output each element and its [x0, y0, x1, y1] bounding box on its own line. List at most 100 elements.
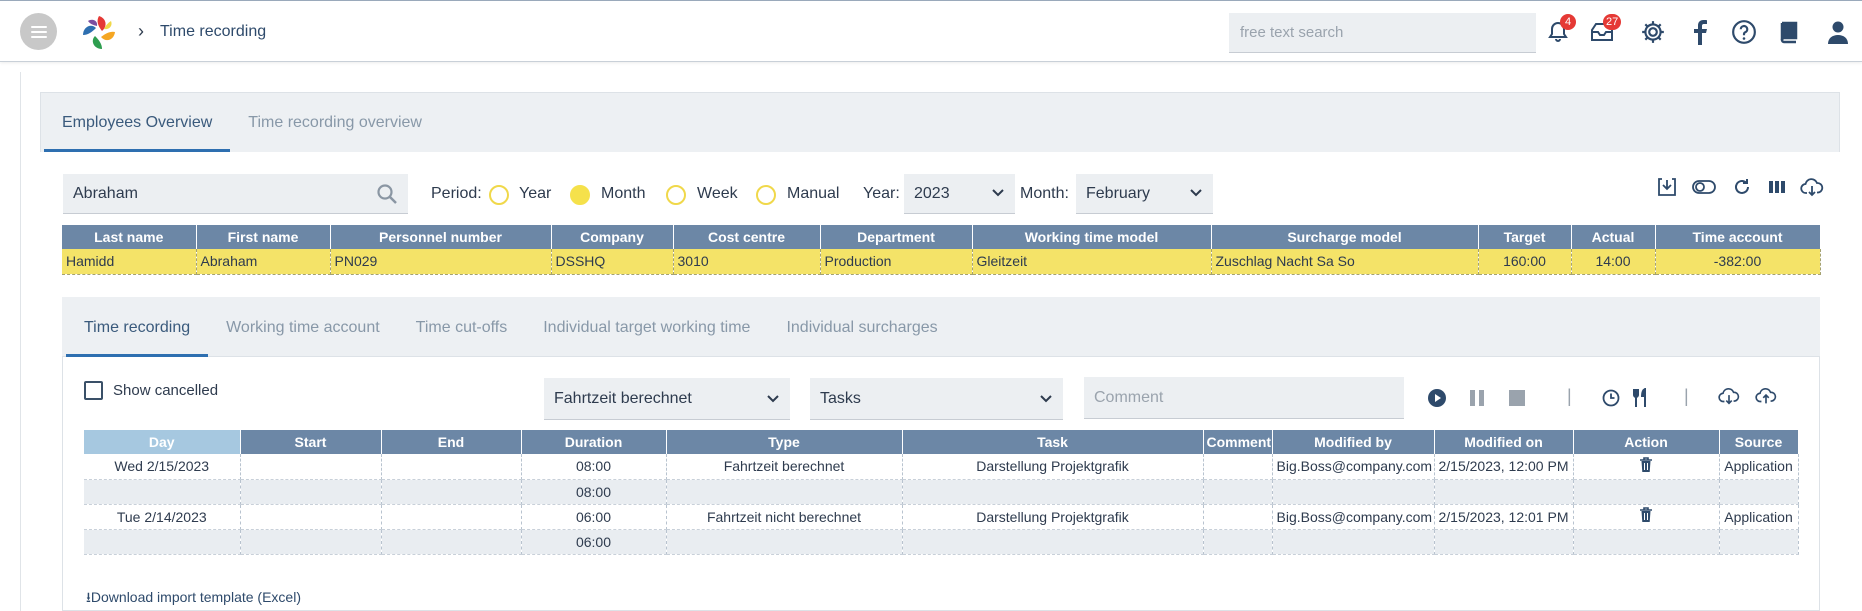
tab-time-recording[interactable]: Time recording [66, 313, 209, 357]
col-header-task[interactable]: Task [902, 430, 1204, 454]
columns-button[interactable] [1765, 175, 1789, 199]
col-header-last-name[interactable]: Last name [62, 225, 197, 249]
cell-cost-centre: 3010 [673, 249, 821, 275]
cell-end [381, 504, 522, 530]
employee-search-input[interactable] [63, 174, 408, 214]
table-row[interactable]: Tue 2/14/2023 06:00 Fahrtzeit nicht bere… [84, 504, 1799, 530]
col-header-start[interactable]: Start [240, 430, 382, 454]
messages-button[interactable]: 27 [1587, 14, 1622, 47]
cell-department: Production [820, 249, 973, 275]
cell-end [381, 454, 522, 480]
cell-last-name: Hamidd [62, 249, 197, 275]
col-header-day[interactable]: Day [84, 430, 241, 454]
period-radio-year[interactable] [489, 185, 509, 205]
trash-icon[interactable] [1639, 456, 1653, 473]
year-select[interactable]: 2023 [904, 174, 1015, 214]
break-button[interactable] [1629, 386, 1653, 410]
chevron-down-icon [767, 395, 779, 403]
cell-modified-on: 2/15/2023, 12:00 PM [1434, 454, 1574, 480]
col-header-modified-on[interactable]: Modified on [1434, 430, 1574, 454]
start-button[interactable] [1425, 386, 1449, 410]
tab-individual-target-working-time[interactable]: Individual target working time [525, 313, 768, 357]
stop-button[interactable] [1505, 386, 1529, 410]
col-header-modified-by[interactable]: Modified by [1272, 430, 1435, 454]
col-header-working-time-model[interactable]: Working time model [972, 225, 1212, 249]
hamburger-menu-icon[interactable] [20, 13, 57, 50]
col-header-company[interactable]: Company [551, 225, 674, 249]
tab-working-time-account[interactable]: Working time account [208, 313, 398, 357]
col-header-surcharge-model[interactable]: Surcharge model [1211, 225, 1479, 249]
cell-time-account: -382:00 [1655, 249, 1821, 275]
col-header-type[interactable]: Type [666, 430, 903, 454]
col-header-cost-centre[interactable]: Cost centre [673, 225, 821, 249]
tasks-select[interactable]: Tasks [810, 378, 1063, 420]
help-button[interactable] [1729, 17, 1759, 47]
cell-modified-by: Big.Boss@company.com [1272, 454, 1435, 480]
app-logo [83, 16, 115, 49]
global-search-input[interactable] [1229, 13, 1536, 53]
col-header-comment[interactable]: Comment [1203, 430, 1273, 454]
tab-individual-surcharges[interactable]: Individual surcharges [768, 313, 955, 357]
show-cancelled-label: Show cancelled [113, 382, 219, 399]
cell-action [1573, 504, 1720, 530]
period-radio-manual[interactable] [756, 185, 776, 205]
book-icon [1780, 21, 1798, 44]
export-button[interactable] [1655, 175, 1679, 199]
cell-comment [1203, 454, 1273, 480]
cell-day: Tue 2/14/2023 [84, 504, 241, 530]
col-header-department[interactable]: Department [820, 225, 973, 249]
chevron-down-icon [1190, 189, 1202, 197]
cell-target: 160:00 [1478, 249, 1572, 275]
user-profile-button[interactable] [1823, 17, 1853, 47]
tab-employees-overview[interactable]: Employees Overview [44, 108, 231, 152]
breadcrumb-chevron-icon: › [138, 21, 144, 41]
cloud-upload-button[interactable] [1754, 384, 1778, 408]
table-row[interactable]: Hamidd Abraham PN029 DSSHQ 3010 Producti… [62, 249, 1821, 275]
trash-icon[interactable] [1639, 507, 1653, 523]
refresh-icon [1735, 179, 1749, 194]
col-header-time-account[interactable]: Time account [1655, 225, 1821, 249]
table-row[interactable]: Wed 2/15/2023 08:00 Fahrtzeit berechnet … [84, 454, 1799, 480]
notifications-button[interactable]: 4 [1543, 14, 1576, 47]
tab-time-cut-offs[interactable]: Time cut-offs [398, 313, 526, 357]
help-circle-icon [1732, 20, 1756, 44]
col-header-action[interactable]: Action [1573, 430, 1720, 454]
settings-button[interactable] [1638, 17, 1668, 47]
search-icon[interactable] [376, 183, 398, 205]
toggle-view-button[interactable] [1692, 175, 1716, 199]
manual-button[interactable] [1774, 17, 1804, 47]
top-bar: › Time recording 4 27 [0, 0, 1862, 62]
col-header-actual[interactable]: Actual [1571, 225, 1656, 249]
pause-button[interactable] [1465, 386, 1489, 410]
cloud-download-button[interactable] [1717, 384, 1741, 408]
cell-action [1573, 454, 1720, 480]
type-select[interactable]: Fahrtzeit berechnet [544, 378, 790, 420]
cell-working-time-model: Gleitzeit [972, 249, 1212, 275]
cell-modified-on: 2/15/2023, 12:01 PM [1434, 504, 1574, 530]
notifications-badge: 4 [1560, 14, 1576, 30]
col-header-target[interactable]: Target [1478, 225, 1572, 249]
type-select-value: Fahrtzeit berechnet [554, 390, 692, 407]
cloud-download-button[interactable] [1800, 175, 1824, 199]
col-header-first-name[interactable]: First name [196, 225, 331, 249]
period-radio-week[interactable] [666, 185, 686, 205]
facebook-button[interactable] [1685, 17, 1715, 47]
col-header-duration[interactable]: Duration [521, 430, 667, 454]
cell-actual: 14:00 [1571, 249, 1656, 275]
download-template-link[interactable]: ⭳Download import template (Excel) [86, 587, 301, 611]
main-tabs: Employees Overview Time recording overvi… [44, 108, 440, 152]
period-option-year: Year [519, 185, 552, 202]
period-radio-month[interactable] [570, 185, 590, 205]
employees-table-header: Last name First name Personnel number Co… [62, 225, 1821, 249]
month-select[interactable]: February [1076, 174, 1213, 214]
col-header-end[interactable]: End [381, 430, 522, 454]
show-cancelled-checkbox[interactable] [84, 381, 103, 400]
columns-icon [1769, 181, 1785, 193]
tab-time-recording-overview[interactable]: Time recording overview [230, 108, 440, 152]
col-header-source[interactable]: Source [1719, 430, 1799, 454]
comment-input[interactable] [1084, 377, 1404, 419]
refresh-button[interactable] [1730, 175, 1754, 199]
col-header-personnel-number[interactable]: Personnel number [330, 225, 552, 249]
clock-button[interactable] [1599, 386, 1623, 410]
cloud-upload-icon [1755, 387, 1777, 404]
